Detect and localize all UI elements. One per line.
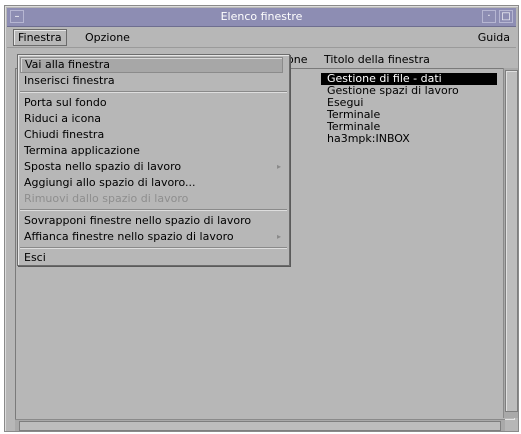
menu-item-sposta-nello-spazio[interactable]: Sposta nello spazio di lavoro <box>24 160 181 173</box>
title-bar[interactable]: – Elenco finestre · □ <box>7 8 516 27</box>
cascade-arrow-icon: ▸ <box>276 232 281 241</box>
finestra-dropdown-menu: Vai alla finestra Inserisci finestra Por… <box>17 54 290 266</box>
cascade-arrow-icon: ▸ <box>276 162 281 171</box>
menu-guida[interactable]: Guida <box>478 31 510 44</box>
column-header-title: Titolo della finestra <box>324 53 430 66</box>
menu-item-sovrapponi-finestre[interactable]: Sovrapponi finestre nello spazio di lavo… <box>24 214 251 227</box>
menu-item-porta-sul-fondo[interactable]: Porta sul fondo <box>24 96 107 109</box>
menu-item-aggiungi-allo-spazio[interactable]: Aggiungi allo spazio di lavoro... <box>24 176 196 189</box>
menu-item-termina-applicazione[interactable]: Termina applicazione <box>24 144 140 157</box>
window-list-items: Gestione di file - dati Gestione spazi d… <box>321 73 497 145</box>
menu-item-riduci-a-icona[interactable]: Riduci a icona <box>24 112 101 125</box>
menu-item-vai-alla-finestra[interactable]: Vai alla finestra <box>20 57 283 73</box>
minimize-icon[interactable]: · <box>482 10 496 23</box>
menu-item-rimuovi-dallo-spazio: Rimuovi dallo spazio di lavoro <box>24 192 189 205</box>
menu-item-chiudi-finestra[interactable]: Chiudi finestra <box>24 128 104 141</box>
menu-separator <box>20 91 287 93</box>
column-header-partial: one <box>287 53 308 66</box>
menu-finestra[interactable]: Finestra <box>13 29 67 46</box>
menu-separator <box>20 247 287 249</box>
menu-item-esci[interactable]: Esci <box>24 251 46 264</box>
horizontal-scroll-thumb[interactable] <box>19 421 501 431</box>
vertical-scroll-thumb[interactable] <box>505 70 518 412</box>
maximize-icon[interactable]: □ <box>499 10 513 23</box>
menu-item-inserisci-finestra[interactable]: Inserisci finestra <box>24 74 115 87</box>
window-list-dialog: – Elenco finestre · □ Finestra Opzione G… <box>4 5 519 432</box>
list-item[interactable]: ha3mpk:INBOX <box>321 133 497 145</box>
vertical-scrollbar[interactable] <box>503 68 518 418</box>
window-title: Elenco finestre <box>220 10 303 23</box>
menu-bar: Finestra Opzione Guida <box>7 27 516 48</box>
horizontal-scrollbar[interactable] <box>15 419 505 431</box>
menu-opzione[interactable]: Opzione <box>85 31 130 44</box>
menu-separator <box>20 209 287 211</box>
menu-item-affianca-finestre[interactable]: Affianca finestre nello spazio di lavoro <box>24 230 234 243</box>
